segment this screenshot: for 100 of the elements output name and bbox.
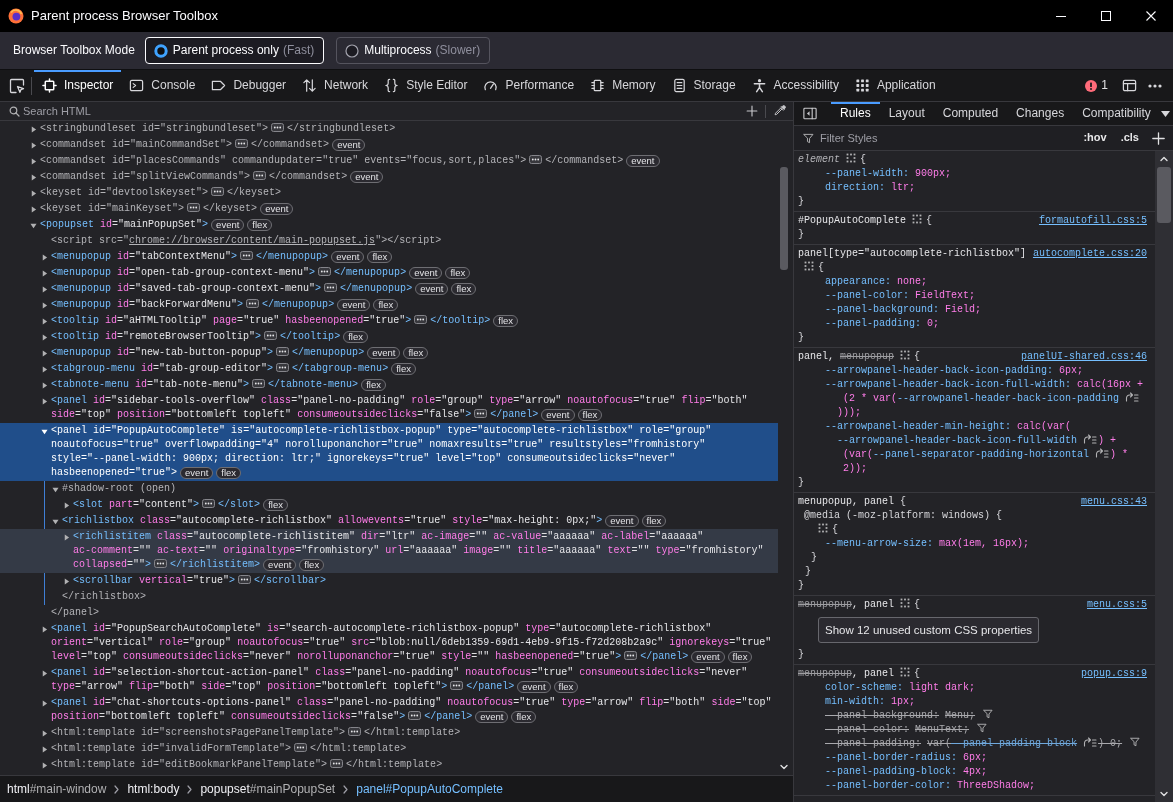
- node-badge[interactable]: event: [350, 171, 384, 183]
- panel-toggle-icon[interactable]: [803, 107, 817, 120]
- caret-down-icon[interactable]: [1161, 110, 1170, 117]
- error-count-button[interactable]: 1: [1081, 70, 1112, 101]
- node-badge[interactable]: flex: [343, 331, 368, 343]
- ellipsis-icon[interactable]: [252, 379, 266, 388]
- source-link[interactable]: autocomplete.css:20: [1032, 247, 1147, 261]
- caret-right-icon[interactable]: [41, 729, 48, 737]
- caret-right-icon[interactable]: [30, 173, 37, 181]
- caret-right-icon[interactable]: [41, 381, 48, 389]
- ellipsis-icon[interactable]: [235, 139, 249, 148]
- chevron-up-icon[interactable]: [1160, 155, 1168, 163]
- markup-row[interactable]: <tabnote-menu id="tab-note-menu"> </tabnote-menu> flex: [0, 377, 778, 393]
- markup-row[interactable]: <tabgroup-menu id="tab-group-editor"> </tabgroup-menu> flex: [0, 361, 778, 377]
- ellipsis-icon[interactable]: [414, 315, 428, 324]
- node-badge[interactable]: flex: [391, 363, 416, 375]
- caret-right-icon[interactable]: [41, 625, 48, 633]
- mode-option[interactable]: Parent process only (Fast): [144, 37, 325, 64]
- search-field[interactable]: Search HTML: [20, 102, 746, 120]
- node-badge[interactable]: event: [605, 515, 639, 527]
- dotted-square-icon[interactable]: [900, 598, 911, 608]
- markup-row[interactable]: <html:template id="screenshotsPagePanelTemplate"> </html:template>: [0, 725, 778, 741]
- caret-right-icon[interactable]: [30, 157, 37, 165]
- node-badge[interactable]: event: [367, 347, 401, 359]
- node-badge[interactable]: flex: [493, 315, 519, 327]
- node-badge[interactable]: event: [260, 203, 294, 215]
- layout-icon[interactable]: [1122, 78, 1137, 93]
- markup-row[interactable]: <script src="chrome://browser/content/main-popupset.js"></script>: [0, 233, 778, 249]
- node-badge[interactable]: flex: [577, 409, 603, 421]
- markup-row[interactable]: <html:template id="invalidFormTemplate"> </html:template>: [0, 741, 778, 757]
- cursor-square-icon[interactable]: [9, 77, 25, 94]
- toolbox-tab[interactable]: Debugger: [203, 70, 295, 101]
- toolbox-tab[interactable]: Application: [846, 70, 944, 101]
- node-badge[interactable]: event: [263, 559, 297, 571]
- caret-down-icon[interactable]: [52, 517, 59, 525]
- caret-down-icon[interactable]: [30, 221, 37, 229]
- node-badge[interactable]: flex: [247, 219, 273, 231]
- chevron-down-icon[interactable]: [1160, 790, 1168, 798]
- markup-row[interactable]: <menupopup id="tabContextMenu"> </menupopup> event flex: [0, 249, 778, 265]
- markup-row[interactable]: <popupset id="mainPopupSet"> event flex: [0, 217, 778, 233]
- sidebar-tab[interactable]: Changes: [1007, 102, 1074, 125]
- eyedropper-icon[interactable]: [774, 105, 786, 117]
- markup-row[interactable]: <menupopup id="saved-tab-group-context-menu"> </menupopup> event flex: [0, 281, 778, 297]
- caret-right-icon[interactable]: [30, 189, 37, 197]
- toolbox-tab[interactable]: Memory: [582, 70, 664, 101]
- caret-right-icon[interactable]: [41, 365, 48, 373]
- sidebar-tab[interactable]: Compatibility: [1073, 102, 1160, 125]
- source-link[interactable]: formautofill.css:5: [1038, 214, 1147, 228]
- caret-right-icon[interactable]: [41, 699, 48, 707]
- plus-icon[interactable]: [1152, 131, 1165, 145]
- toolbox-tab[interactable]: Performance: [475, 70, 583, 101]
- breadcrumb[interactable]: popupset#mainPopupSet: [197, 781, 339, 797]
- scrollbar-thumb[interactable]: [780, 167, 788, 270]
- dotted-square-icon[interactable]: [900, 667, 911, 677]
- caret-right-icon[interactable]: [41, 253, 48, 261]
- markup-row[interactable]: <keyset id="devtoolsKeyset"> </keyset>: [0, 185, 778, 201]
- markup-row[interactable]: <commandset id="mainCommandSet"> </commandset> event: [0, 137, 778, 153]
- node-badge[interactable]: flex: [216, 467, 242, 479]
- node-badge[interactable]: flex: [373, 299, 399, 311]
- markup-row[interactable]: <keyset id="mainKeyset"> </keyset> event: [0, 201, 778, 217]
- ellipsis-icon[interactable]: [246, 299, 260, 308]
- source-link[interactable]: menu.css:5: [1087, 598, 1147, 612]
- ellipsis-icon[interactable]: [187, 203, 201, 212]
- node-badge[interactable]: flex: [403, 347, 429, 359]
- ellipsis-icon[interactable]: [450, 681, 464, 690]
- caret-down-icon[interactable]: [52, 485, 59, 493]
- caret-right-icon[interactable]: [41, 745, 48, 753]
- markup-row[interactable]: <html:template id="editBookmarkPanelTemplate"> </html:template>: [0, 757, 778, 773]
- dotted-square-icon[interactable]: [804, 261, 814, 271]
- node-badge[interactable]: flex: [299, 559, 325, 571]
- ellipsis-icon[interactable]: [294, 743, 308, 752]
- ellipsis-icon[interactable]: [348, 727, 362, 736]
- caret-right-icon[interactable]: [30, 141, 37, 149]
- markup-row[interactable]: [0, 529, 778, 573]
- markup-row[interactable]: <stringbundleset id="stringbundleset"> </stringbundleset>: [0, 121, 778, 137]
- filter-icon[interactable]: [983, 709, 994, 719]
- caret-right-icon[interactable]: [41, 269, 48, 277]
- scrollbar-thumb[interactable]: [1157, 167, 1171, 223]
- ellipsis-icon[interactable]: [253, 171, 267, 180]
- ellipsis-icon[interactable]: [324, 283, 338, 292]
- jump-arrow-icon[interactable]: [1083, 434, 1098, 444]
- markup-row[interactable]: <menupopup id="open-tab-group-context-menu"> </menupopup> event flex: [0, 265, 778, 281]
- caret-right-icon[interactable]: [41, 301, 48, 309]
- ellipsis-icon[interactable]: [271, 123, 285, 132]
- caret-right-icon[interactable]: [63, 577, 70, 585]
- plus-icon[interactable]: [746, 105, 758, 117]
- markup-row[interactable]: <panel id="chat-shortcuts-options-panel" class="panel-no-padding" noautofocus="true" type="arrow" flip="both" side="top" position="bottomleft topleft" consumeoutsideclicks="false"> </panel> event flex: [0, 695, 778, 725]
- caret-right-icon[interactable]: [41, 669, 48, 677]
- dotted-square-icon[interactable]: [818, 523, 828, 533]
- node-badge[interactable]: event: [517, 681, 551, 693]
- caret-right-icon[interactable]: [63, 533, 70, 541]
- node-badge[interactable]: flex: [263, 499, 288, 511]
- toolbox-tab[interactable]: Accessibility: [743, 70, 847, 101]
- toolbox-tab[interactable]: Storage: [663, 70, 744, 101]
- ellipsis-icon[interactable]: [318, 267, 332, 276]
- node-badge[interactable]: event: [626, 155, 660, 167]
- caret-right-icon[interactable]: [30, 125, 37, 133]
- node-badge[interactable]: flex: [367, 251, 393, 263]
- ellipsis-icon[interactable]: [408, 711, 422, 720]
- node-badge[interactable]: flex: [641, 515, 667, 527]
